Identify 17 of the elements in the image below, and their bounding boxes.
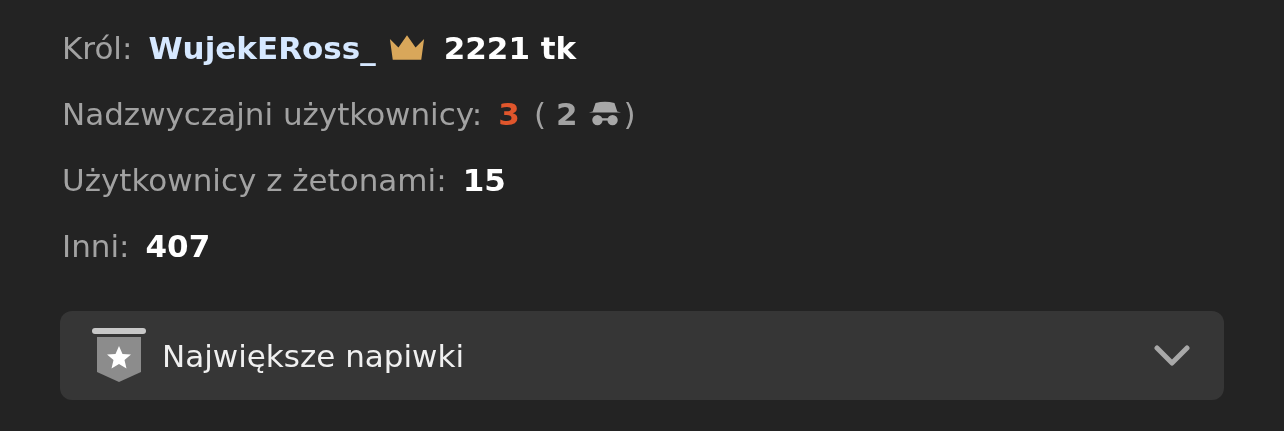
incognito-icon: [587, 100, 622, 127]
stat-value: 3: [498, 95, 520, 132]
stat-value: 2221 tk: [443, 29, 577, 66]
stat-value: 407: [145, 227, 211, 264]
paren: (: [533, 95, 546, 132]
stat-value: 15: [462, 161, 506, 198]
hidden-count: 2: [556, 95, 578, 132]
username-link[interactable]: WujekERoss_: [148, 29, 376, 66]
stat-label: Król:: [62, 29, 133, 66]
crown-icon: [387, 33, 426, 62]
chevron-down-icon: [1154, 344, 1190, 367]
stat-label: Nadzwyczajni użytkownicy:: [62, 95, 483, 132]
top-tips-dropdown[interactable]: Największe napiwki: [60, 311, 1224, 400]
stat-label: Użytkownicy z żetonami:: [62, 161, 447, 198]
star-badge-icon: [92, 327, 146, 384]
stat-label: Inni:: [62, 227, 130, 264]
paren: ): [623, 95, 636, 132]
